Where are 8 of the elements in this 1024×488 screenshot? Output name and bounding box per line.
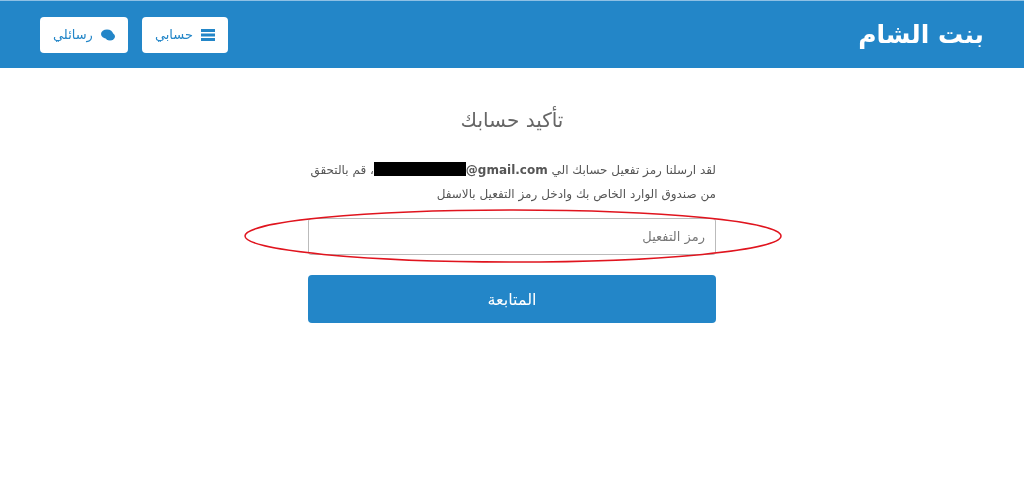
list-icon <box>200 28 215 41</box>
chat-icon <box>100 28 115 41</box>
continue-button[interactable]: المتابعة <box>308 275 716 323</box>
site-logo[interactable]: بنت الشام <box>858 20 984 49</box>
nav-button[interactable]: حسابي <box>141 16 228 53</box>
nav-button[interactable]: رسائلي <box>40 16 128 53</box>
activation-code-field[interactable]: رمز التفعيل <box>308 218 716 255</box>
page-title: تأكيد حسابك <box>459 108 565 132</box>
